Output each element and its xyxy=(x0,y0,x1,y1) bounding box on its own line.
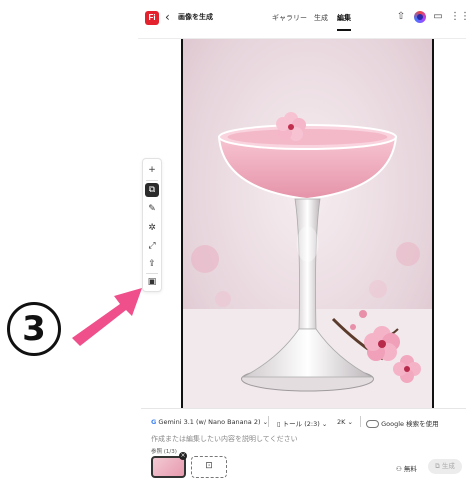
step-number-badge: 3 xyxy=(7,302,61,356)
tab-gallery[interactable]: ギャラリー xyxy=(272,13,307,23)
resolution-selector[interactable]: 2K ⌄ xyxy=(337,418,353,426)
chevron-down-icon: ⌄ xyxy=(321,420,328,428)
tab-generate[interactable]: 生成 xyxy=(314,13,328,23)
remove-background-icon[interactable]: ✲ xyxy=(145,221,159,235)
cocktail-image xyxy=(183,39,432,408)
side-toolbar: + ⧉ ✎ ✲ ⤢ ⇪ ▣ xyxy=(142,158,162,292)
comment-icon[interactable]: ▭ xyxy=(431,10,445,24)
expand-image-icon[interactable]: ⤢ xyxy=(145,239,159,253)
divider xyxy=(268,416,269,427)
tab-edit[interactable]: 編集 xyxy=(337,13,351,31)
generate-image-icon[interactable]: ⧉ xyxy=(145,183,159,197)
edit-image-icon[interactable]: ✎ xyxy=(145,202,159,216)
upscale-icon[interactable]: ⇪ xyxy=(145,257,159,271)
aspect-ratio-selector[interactable]: ▯ トール (2:3) ⌄ xyxy=(277,418,327,428)
model-selector[interactable]: G Gemini 3.1 (w/ Nano Banana 2) ⌄ xyxy=(151,418,268,426)
reference-label: 参照 (1/3) xyxy=(151,449,177,455)
credits-icon: ⚇ xyxy=(396,465,402,473)
divider xyxy=(360,416,361,427)
chevron-left-icon: ‹ xyxy=(165,10,170,24)
annotation-arrow xyxy=(72,288,142,346)
avatar[interactable] xyxy=(414,11,426,23)
prompt-input[interactable]: 作成または編集したい内容を説明してください xyxy=(151,434,298,444)
page-title: 画像を生成 xyxy=(178,13,213,21)
generate-button[interactable]: ⧉ 生成 xyxy=(428,459,462,474)
back-button[interactable]: ‹ xyxy=(165,9,170,25)
image-add-icon: ⊡ xyxy=(205,461,213,471)
plus-icon[interactable]: + xyxy=(145,163,159,177)
toolbar-divider xyxy=(146,180,158,181)
google-search-toggle[interactable]: Google 検索を使用 xyxy=(366,418,439,428)
credit-indicator: ⚇ 無料 xyxy=(396,465,417,473)
portrait-icon: ▯ xyxy=(277,420,281,428)
apps-grid-icon[interactable]: ⋮⋮ xyxy=(450,10,466,24)
upload-icon[interactable]: ⇧ xyxy=(394,10,408,24)
app-logo[interactable]: Fi xyxy=(145,11,159,25)
generate-icon: ⧉ xyxy=(435,462,440,470)
google-g-icon: G xyxy=(151,418,157,426)
toolbar-divider xyxy=(146,273,158,274)
toggle-icon xyxy=(366,420,379,428)
add-reference-button[interactable]: ⊡ xyxy=(191,456,227,478)
close-icon[interactable]: × xyxy=(179,452,187,460)
image-canvas[interactable] xyxy=(181,39,434,408)
chevron-down-icon: ⌄ xyxy=(347,418,353,426)
